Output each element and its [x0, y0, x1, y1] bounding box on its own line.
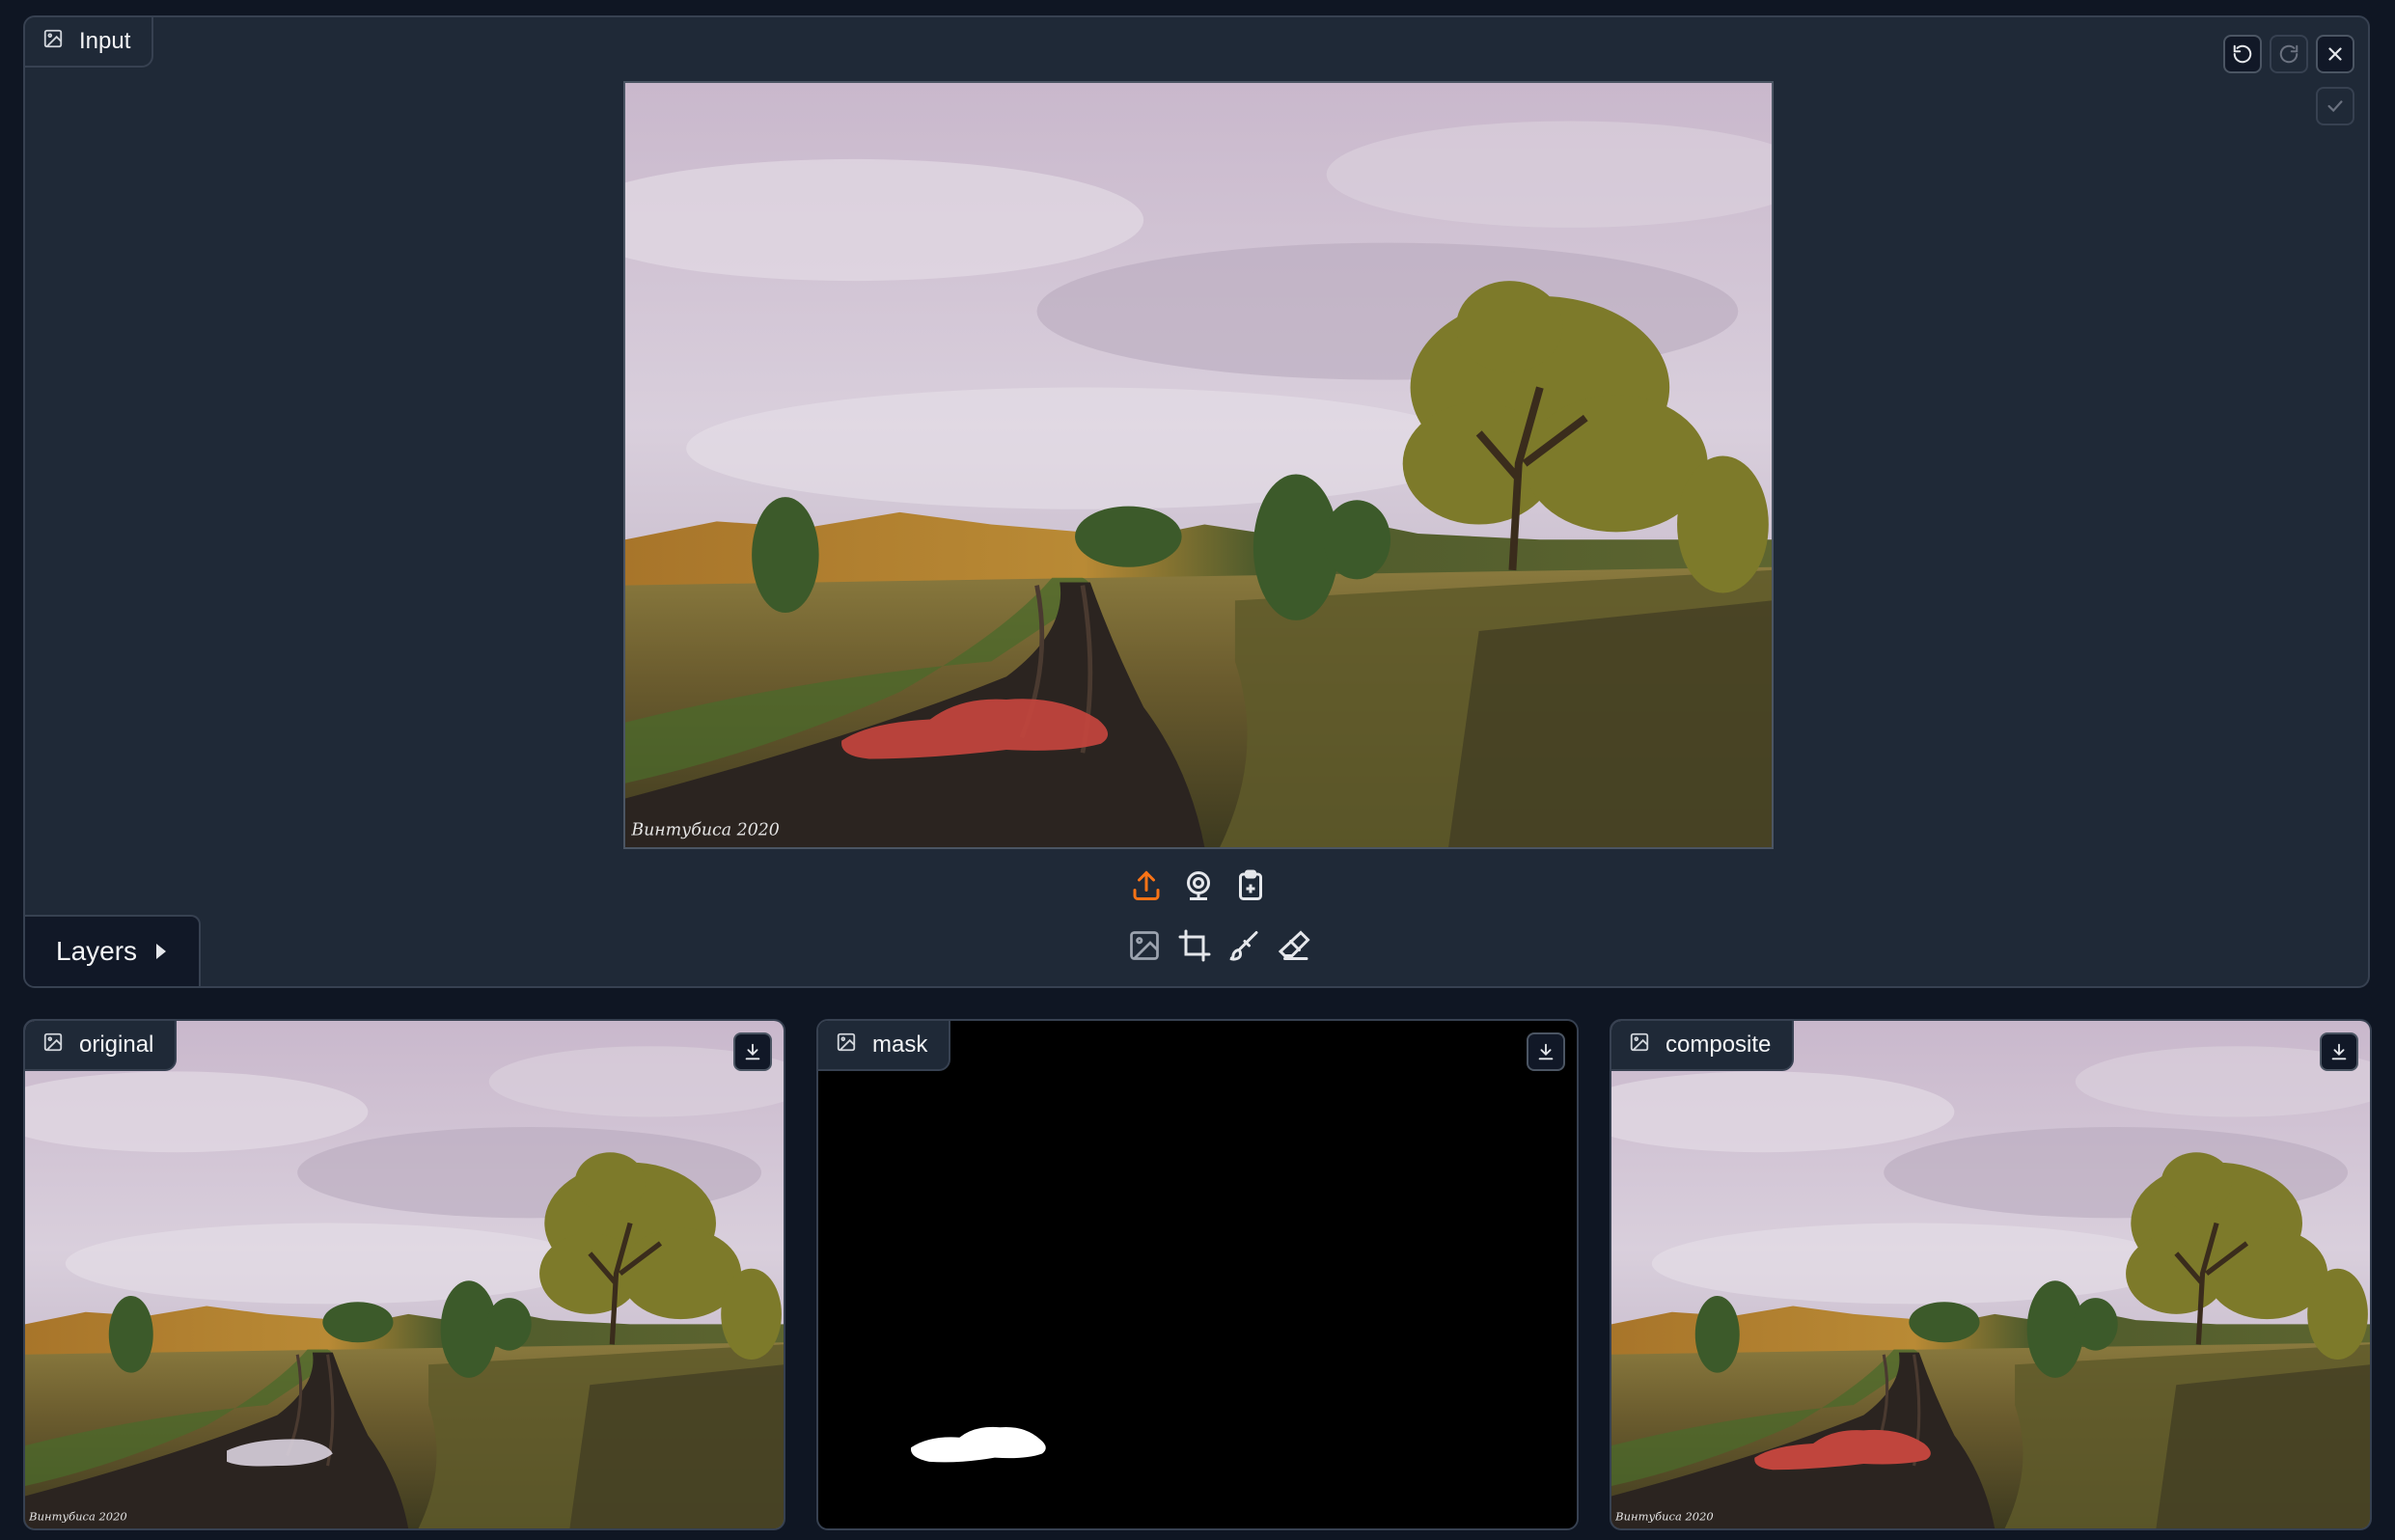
eraser-tool-button[interactable] — [1274, 924, 1316, 967]
webcam-button[interactable] — [1177, 865, 1220, 907]
composite-label-text: composite — [1665, 1031, 1772, 1058]
check-icon — [2325, 96, 2346, 117]
upload-button[interactable] — [1125, 865, 1168, 907]
editor-canvas[interactable] — [623, 81, 1774, 849]
original-label-text: original — [79, 1031, 154, 1058]
original-label: original — [25, 1021, 178, 1071]
output-original-panel: original — [23, 1019, 785, 1530]
image-tool-icon — [1127, 928, 1162, 963]
apply-button[interactable] — [2316, 87, 2354, 125]
output-mask-panel: mask — [816, 1019, 1579, 1530]
upload-icon — [1129, 868, 1164, 903]
paste-clipboard-button[interactable] — [1229, 865, 1272, 907]
brush-tool-button[interactable] — [1224, 924, 1266, 967]
composite-image — [1611, 1021, 2370, 1528]
image-icon — [42, 28, 64, 56]
download-icon — [742, 1041, 763, 1062]
webcam-icon — [1181, 868, 1216, 903]
download-icon — [1535, 1041, 1556, 1062]
layers-toggle[interactable]: Layers — [25, 915, 201, 986]
caret-right-icon — [154, 942, 168, 961]
download-mask-button[interactable] — [1527, 1032, 1565, 1071]
layers-label: Layers — [56, 936, 138, 966]
image-tool-button[interactable] — [1123, 924, 1166, 967]
mask-label-text: mask — [872, 1031, 928, 1058]
crop-icon — [1177, 928, 1212, 963]
redo-button[interactable] — [2270, 35, 2308, 73]
image-icon — [42, 1031, 64, 1059]
composite-label: composite — [1611, 1021, 1795, 1071]
mask-label: mask — [818, 1021, 951, 1071]
close-button[interactable] — [2316, 35, 2354, 73]
editor-label-text: Input — [79, 28, 131, 54]
crop-tool-button[interactable] — [1173, 924, 1216, 967]
editor-label: Input — [25, 17, 154, 68]
original-image — [25, 1021, 784, 1528]
image-icon — [836, 1031, 857, 1059]
brush-icon — [1227, 928, 1262, 963]
image-editor-panel: Input Layers — [23, 15, 2370, 988]
download-original-button[interactable] — [733, 1032, 772, 1071]
close-icon — [2325, 43, 2346, 65]
clipboard-icon — [1233, 868, 1268, 903]
mask-image — [818, 1021, 1577, 1528]
undo-icon — [2232, 43, 2253, 65]
undo-button[interactable] — [2223, 35, 2262, 73]
download-composite-button[interactable] — [2320, 1032, 2358, 1071]
image-icon — [1629, 1031, 1650, 1059]
download-icon — [2328, 1041, 2350, 1062]
output-composite-panel: composite — [1610, 1019, 2372, 1530]
eraser-icon — [1278, 928, 1312, 963]
redo-icon — [2278, 43, 2299, 65]
